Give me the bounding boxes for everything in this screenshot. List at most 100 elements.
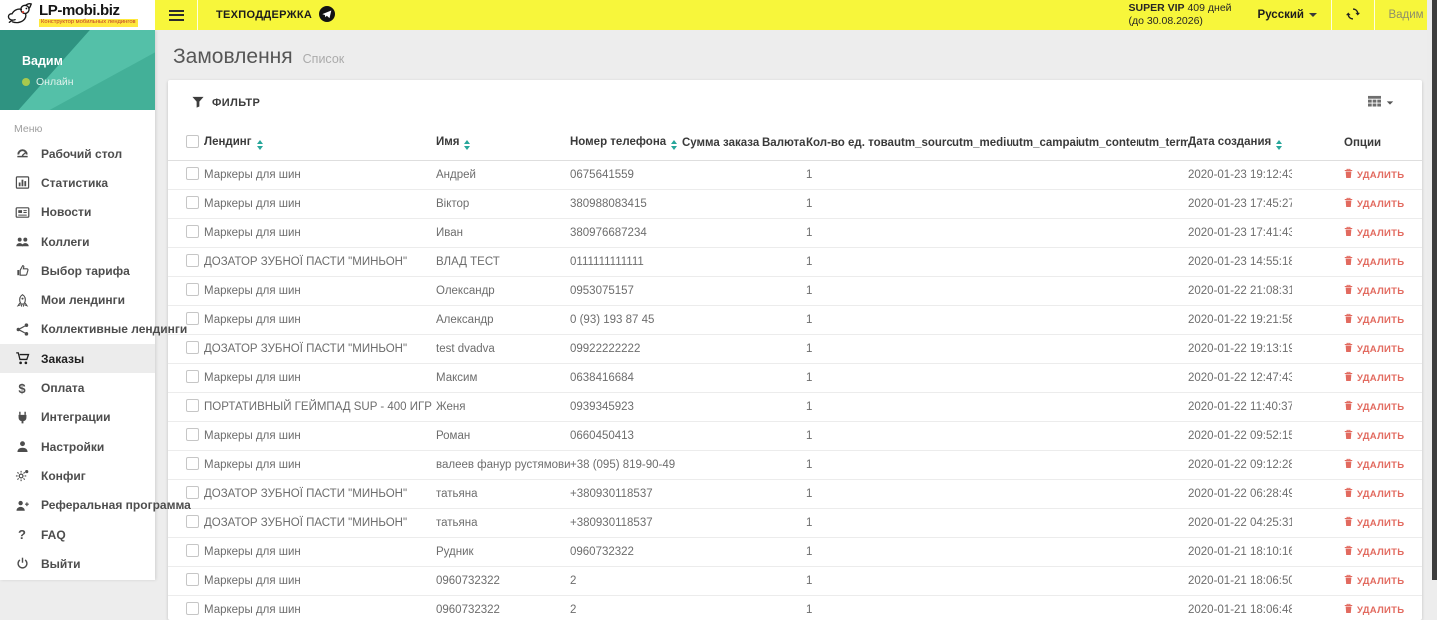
table-cell: 2020-01-21 18:06:48 [1188, 596, 1292, 620]
sort-icon[interactable] [1276, 140, 1282, 150]
table-cell [682, 306, 762, 335]
delete-button[interactable]: УДАЛИТЬ [1344, 487, 1404, 501]
sidebar-item[interactable]: Мои лендинги [0, 285, 155, 314]
row-checkbox[interactable] [186, 370, 199, 383]
table-cell: 2020-01-22 21:08:31 [1188, 277, 1292, 306]
row-checkbox[interactable] [186, 254, 199, 267]
delete-button[interactable]: УДАЛИТЬ [1344, 284, 1404, 298]
table-cell: 0675641559 [570, 161, 682, 190]
delete-button[interactable]: УДАЛИТЬ [1344, 429, 1404, 443]
table-cell: test dvadva [436, 335, 570, 364]
table-cell [952, 422, 1012, 451]
table-cell: 2020-01-22 09:52:15 [1188, 422, 1292, 451]
language-selector[interactable]: Русский [1244, 0, 1331, 30]
delete-button[interactable]: УДАЛИТЬ [1344, 197, 1404, 211]
column-header[interactable]: Лендинг [204, 126, 436, 161]
sidebar-item-label: Статистика [41, 176, 108, 190]
sidebar-item[interactable]: Настройки [0, 432, 155, 461]
subscription-plan: SUPER VIP 409 дней (до 30.08.2026) [1117, 0, 1244, 30]
row-checkbox[interactable] [186, 399, 199, 412]
sidebar-item[interactable]: ?FAQ [0, 520, 155, 549]
columns-toggle-button[interactable] [1362, 94, 1400, 112]
select-all-checkbox[interactable] [186, 135, 199, 148]
column-header: utm_campaign [1012, 126, 1078, 161]
delete-button[interactable]: УДАЛИТЬ [1344, 400, 1404, 414]
table-cell: ДОЗАТОР ЗУБНОЇ ПАСТИ "МИНЬОН" [204, 480, 436, 509]
table-cell [894, 538, 952, 567]
sidebar-item[interactable]: Конфиг [0, 461, 155, 490]
menu-toggle-button[interactable] [155, 0, 197, 30]
row-checkbox[interactable] [186, 167, 199, 180]
integrations-icon [14, 410, 30, 425]
table-cell [682, 161, 762, 190]
row-checkbox[interactable] [186, 428, 199, 441]
column-header[interactable]: Имя [436, 126, 570, 161]
delete-label: УДАЛИТЬ [1357, 170, 1404, 181]
sidebar-item[interactable]: Выйти [0, 549, 155, 578]
delete-button[interactable]: УДАЛИТЬ [1344, 313, 1404, 327]
delete-button[interactable]: УДАЛИТЬ [1344, 168, 1404, 182]
table-cell: ВЛАД ТЕСТ [436, 248, 570, 277]
row-checkbox[interactable] [186, 544, 199, 557]
table-cell: 09922222222 [570, 335, 682, 364]
support-button[interactable]: ТЕХПОДДЕРЖКА [198, 0, 353, 30]
row-checkbox[interactable] [186, 225, 199, 238]
delete-button[interactable]: УДАЛИТЬ [1344, 545, 1404, 559]
table-cell [682, 364, 762, 393]
options-cell: УДАЛИТЬ [1292, 596, 1422, 620]
table-cell: Маркеры для шин [204, 451, 436, 480]
delete-button[interactable]: УДАЛИТЬ [1344, 458, 1404, 472]
row-checkbox[interactable] [186, 196, 199, 209]
row-checkbox[interactable] [186, 312, 199, 325]
app-logo[interactable]: LP-mobi.biz Конструктор мобильных лендин… [0, 0, 155, 30]
row-checkbox[interactable] [186, 283, 199, 296]
refresh-button[interactable] [1332, 0, 1374, 30]
table-cell [1012, 393, 1078, 422]
sidebar-item[interactable]: Коллективные лендинги [0, 315, 155, 344]
sidebar-item[interactable]: Рабочий стол [0, 139, 155, 168]
column-header-label: Кол-во ед. товара [806, 137, 894, 149]
row-checkbox[interactable] [186, 457, 199, 470]
table-cell: +38 (095) 819-90-49 [570, 451, 682, 480]
delete-button[interactable]: УДАЛИТЬ [1344, 371, 1404, 385]
table-cell [1078, 393, 1138, 422]
sidebar-item[interactable]: Заказы [0, 344, 155, 373]
row-checkbox[interactable] [186, 602, 199, 615]
table-cell [952, 190, 1012, 219]
table-cell: Маркеры для шин [204, 161, 436, 190]
delete-button[interactable]: УДАЛИТЬ [1344, 516, 1404, 530]
filter-button[interactable]: ФИЛЬТР [186, 95, 266, 112]
delete-button[interactable]: УДАЛИТЬ [1344, 226, 1404, 240]
sidebar-item[interactable]: Коллеги [0, 227, 155, 256]
sort-icon[interactable] [257, 140, 263, 150]
table-cell: 2020-01-22 19:13:19 [1188, 335, 1292, 364]
sidebar-item[interactable]: Выбор тарифа [0, 256, 155, 285]
sidebar-item-label: Интеграции [41, 410, 111, 424]
scrollbar[interactable] [1427, 0, 1437, 580]
table-cell: 1 [806, 538, 894, 567]
row-checkbox[interactable] [186, 341, 199, 354]
sidebar-item[interactable]: $Оплата [0, 373, 155, 402]
table-cell [682, 393, 762, 422]
delete-button[interactable]: УДАЛИТЬ [1344, 342, 1404, 356]
delete-button[interactable]: УДАЛИТЬ [1344, 255, 1404, 269]
scrollbar-thumb[interactable] [1432, 0, 1437, 580]
table-cell [952, 451, 1012, 480]
sort-icon[interactable] [671, 140, 677, 150]
delete-button[interactable]: УДАЛИТЬ [1344, 574, 1404, 588]
table-cell: 2020-01-23 17:45:27 [1188, 190, 1292, 219]
table-cell: 0660450413 [570, 422, 682, 451]
delete-button[interactable]: УДАЛИТЬ [1344, 603, 1404, 617]
sidebar-item[interactable]: Интеграции [0, 403, 155, 432]
column-header[interactable]: Дата создания [1188, 126, 1292, 161]
row-checkbox[interactable] [186, 515, 199, 528]
row-checkbox[interactable] [186, 486, 199, 499]
delete-label: УДАЛИТЬ [1357, 315, 1404, 326]
delete-label: УДАЛИТЬ [1357, 373, 1404, 384]
column-header[interactable]: Номер телефона [570, 126, 682, 161]
sidebar-item[interactable]: Новости [0, 198, 155, 227]
row-checkbox-cell [168, 451, 204, 480]
sidebar-item[interactable]: Реферальная программа [0, 491, 155, 520]
sidebar-item[interactable]: Статистика [0, 168, 155, 197]
sort-icon[interactable] [464, 140, 470, 150]
